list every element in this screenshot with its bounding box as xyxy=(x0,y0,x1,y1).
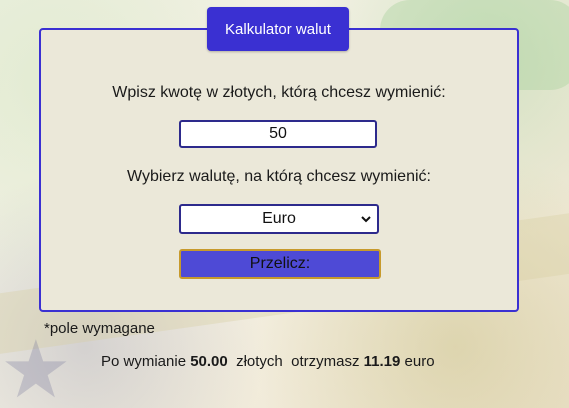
currency-label: Wybierz walutę, na którą chcesz wymienić… xyxy=(127,168,431,185)
background-star-icon: ★ xyxy=(0,325,72,408)
amount-input[interactable] xyxy=(179,120,377,148)
convert-button[interactable]: Przelicz: xyxy=(179,249,381,279)
result-suffix: euro xyxy=(400,353,435,370)
result-amount-pln: 50.00 xyxy=(190,353,228,370)
amount-label: Wpisz kwotę w złotych, którą chcesz wymi… xyxy=(112,84,446,101)
currency-select-value: Euro xyxy=(262,210,296,227)
calculator-title: Kalkulator walut xyxy=(207,7,349,51)
chevron-down-icon xyxy=(361,216,371,223)
conversion-result: Po wymianie 50.00 złotych otrzymasz 11.1… xyxy=(101,353,435,370)
result-prefix: Po wymianie xyxy=(101,353,191,370)
calculator-panel: Wpisz kwotę w złotych, którą chcesz wymi… xyxy=(39,28,519,312)
required-field-note: *pole wymagane xyxy=(44,320,155,337)
result-middle: złotych otrzymasz xyxy=(227,353,364,370)
currency-select[interactable]: Euro xyxy=(179,204,379,234)
result-amount-converted: 11.19 xyxy=(363,353,401,370)
